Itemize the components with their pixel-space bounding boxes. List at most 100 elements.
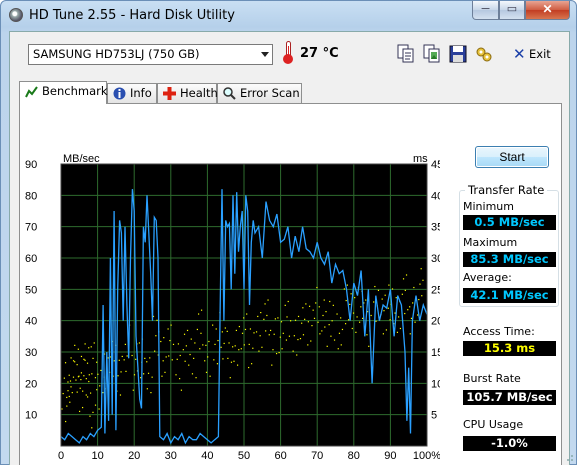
access-time-point — [200, 332, 202, 334]
tab-benchmark[interactable]: Benchmark — [19, 81, 108, 104]
access-time-point — [168, 355, 170, 357]
tab-error-scan[interactable]: Error Scan — [217, 83, 302, 103]
access-time-point — [404, 289, 406, 292]
access-time-point — [61, 408, 63, 410]
access-time-point — [146, 361, 148, 363]
access-time-point — [325, 311, 327, 313]
access-time-point — [360, 306, 362, 308]
access-time-point — [317, 321, 319, 323]
access-time-point — [85, 378, 87, 380]
drive-select[interactable]: SAMSUNG HD753LJ (750 GB) — [28, 44, 273, 65]
access-time-point — [162, 360, 164, 362]
access-time-point — [238, 325, 240, 328]
y-tick-label: 40 — [25, 316, 37, 328]
access-time-point — [310, 340, 312, 342]
access-time-point — [287, 300, 289, 303]
access-time-point — [395, 297, 397, 299]
access-time-point — [278, 352, 280, 354]
access-time-point — [167, 328, 169, 330]
title-bar[interactable]: HD Tune 2.55 - Hard Disk Utility ─ ▭ ✕ — [1, 1, 576, 31]
access-time-point — [405, 274, 408, 276]
access-time-point — [345, 299, 347, 302]
access-time-point — [251, 363, 253, 365]
access-time-point — [216, 363, 219, 365]
access-time-point — [135, 358, 137, 360]
access-time-point — [217, 339, 219, 342]
access-time-point — [319, 333, 321, 335]
access-time-point — [123, 359, 125, 361]
resize-grip-icon[interactable] — [564, 452, 574, 462]
access-time-point — [304, 318, 306, 320]
access-time-point — [294, 319, 297, 321]
copy-text-icon[interactable] — [395, 43, 417, 65]
access-time-point — [150, 392, 152, 394]
access-time-point — [126, 355, 128, 357]
access-time-point — [301, 322, 303, 324]
x-tick-label: 70 — [311, 450, 323, 462]
access-time-point — [344, 323, 347, 325]
y-tick-label: 80 — [25, 190, 37, 202]
x-tick-label: 10 — [91, 450, 103, 462]
access-time-point — [119, 394, 122, 396]
tab-health[interactable]: Health — [157, 83, 218, 103]
access-time-point — [292, 350, 294, 352]
maximize-button[interactable]: ▭ — [499, 1, 525, 20]
access-time-point — [235, 329, 237, 332]
access-time-point — [248, 343, 250, 346]
access-time-point — [341, 328, 344, 331]
access-time-point — [85, 394, 87, 396]
access-time-point — [333, 339, 336, 341]
access-time-point — [66, 396, 68, 399]
access-time-point — [285, 339, 288, 341]
access-time-point — [67, 390, 69, 392]
access-time-point — [121, 355, 123, 358]
error-scan-icon — [223, 87, 236, 100]
access-time-point — [267, 299, 269, 301]
access-time-point — [169, 339, 171, 342]
maximum-label: Maximum — [463, 236, 518, 249]
close-button[interactable]: ✕ — [525, 1, 570, 20]
access-time-point — [176, 358, 178, 360]
access-time-point — [84, 343, 86, 345]
access-time-point — [352, 312, 355, 314]
access-time-point — [92, 411, 94, 413]
access-time-point — [419, 283, 421, 285]
minimum-value: 0.5 MB/sec — [463, 215, 556, 230]
copy-screenshot-icon[interactable] — [421, 43, 443, 65]
save-icon[interactable] — [447, 43, 469, 65]
access-time-point — [200, 309, 203, 311]
access-time-point — [282, 332, 284, 334]
access-time-point — [297, 315, 300, 318]
access-time-point — [77, 348, 79, 350]
exit-button[interactable]: ✕ Exit — [513, 45, 553, 64]
access-time-point — [264, 303, 266, 305]
access-time-point — [97, 373, 99, 375]
access-time-point — [374, 285, 376, 288]
start-button[interactable]: Start — [475, 146, 549, 168]
access-time-point — [318, 306, 320, 308]
access-time-point — [182, 349, 184, 351]
access-time-point — [260, 311, 262, 314]
close-icon: ✕ — [513, 45, 526, 63]
access-time-point — [280, 321, 283, 323]
options-icon[interactable] — [473, 43, 495, 65]
access-time-point — [413, 286, 415, 289]
y2-tick-label: 40 — [431, 190, 440, 202]
x-tick-label: 30 — [165, 450, 177, 462]
access-time-point — [64, 362, 67, 364]
access-time-point — [76, 364, 78, 366]
tab-info[interactable]: Info — [107, 83, 157, 103]
access-time-point — [359, 321, 361, 323]
access-time-point — [409, 333, 411, 335]
access-time-point — [91, 427, 93, 429]
access-time-point — [421, 295, 423, 297]
access-time-point — [412, 302, 414, 304]
access-time-point — [293, 335, 295, 337]
access-time-point — [185, 345, 187, 347]
access-time-point — [100, 369, 102, 372]
access-time-point — [273, 333, 275, 335]
access-time-point — [165, 356, 167, 358]
access-time-point — [69, 380, 72, 382]
x-tick-label: 40 — [201, 450, 213, 462]
minimize-button[interactable]: ─ — [472, 1, 499, 20]
